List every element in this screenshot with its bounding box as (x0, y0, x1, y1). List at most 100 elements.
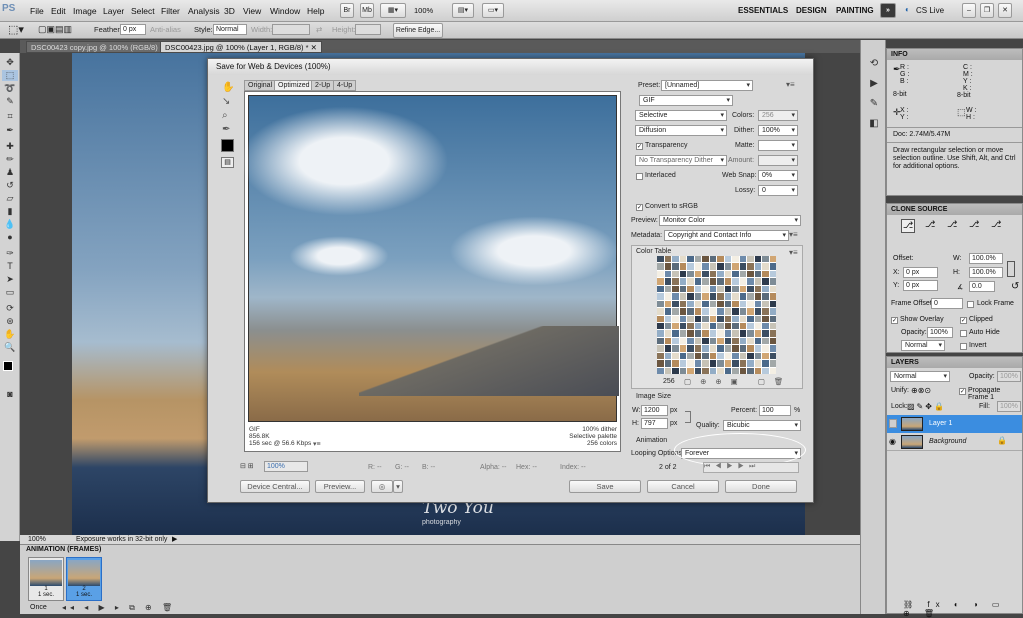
color-swatch[interactable] (732, 270, 739, 278)
visibility-toggle[interactable] (889, 419, 897, 428)
color-swatch[interactable] (739, 337, 746, 345)
color-swatch[interactable] (709, 345, 716, 352)
close-icon[interactable]: ✕ (998, 3, 1012, 18)
color-swatch[interactable] (747, 367, 754, 374)
color-swatch[interactable] (769, 337, 776, 345)
unify-icons[interactable]: ⊕⊗⊙ (911, 386, 931, 395)
color-swatch[interactable] (657, 337, 664, 345)
color-swatch[interactable] (672, 322, 679, 330)
color-swatch[interactable] (769, 278, 776, 285)
color-swatch[interactable] (709, 285, 716, 293)
menu-image[interactable]: Image (73, 6, 97, 16)
color-swatch[interactable] (664, 300, 671, 308)
color-swatch[interactable] (739, 270, 746, 278)
lasso-tool-icon[interactable]: ➰ (2, 83, 18, 94)
quality-dropdown[interactable]: Bicubic (723, 420, 801, 431)
hand-tool-icon[interactable]: ✋ (2, 329, 18, 340)
color-swatch[interactable] (732, 345, 739, 352)
menu-layer[interactable]: Layer (103, 6, 124, 16)
color-swatch[interactable] (664, 322, 671, 330)
menu-view[interactable]: View (243, 6, 261, 16)
transparency-dither-dropdown[interactable]: No Transparency Dither (635, 155, 727, 166)
dither-algorithm-dropdown[interactable]: Diffusion (635, 125, 727, 136)
color-swatch[interactable] (672, 315, 679, 322)
color-swatch[interactable] (747, 345, 754, 352)
color-swatch[interactable] (754, 322, 761, 330)
color-swatch[interactable] (754, 285, 761, 293)
color-swatch[interactable] (687, 270, 694, 278)
color-swatch[interactable] (762, 337, 769, 345)
minibridge-icon[interactable]: Mb (360, 3, 374, 18)
color-swatch[interactable] (769, 367, 776, 374)
dither-amount-input[interactable]: 100% (758, 125, 798, 136)
color-swatch[interactable] (672, 337, 679, 345)
color-swatch[interactable] (694, 367, 701, 374)
color-swatch[interactable] (664, 308, 671, 315)
swap-icon[interactable]: ⇄ (316, 25, 322, 34)
width-input[interactable] (272, 24, 310, 35)
color-swatch[interactable] (694, 308, 701, 315)
color-swatch[interactable] (754, 256, 761, 263)
color-swatch[interactable] (657, 345, 664, 352)
menu-analysis[interactable]: Analysis (188, 6, 220, 16)
minimize-icon[interactable]: – (962, 3, 976, 18)
color-swatch[interactable] (664, 337, 671, 345)
color-swatch[interactable] (747, 337, 754, 345)
cs-live-icon[interactable]: ◐ (905, 5, 910, 14)
matte-dropdown[interactable] (758, 140, 798, 151)
quick-mask-icon[interactable]: ◙ (2, 389, 18, 400)
color-swatch[interactable] (739, 300, 746, 308)
color-swatch[interactable] (709, 315, 716, 322)
brush-tool-icon[interactable]: ✏ (2, 154, 18, 165)
color-swatch[interactable] (687, 285, 694, 293)
color-swatch[interactable] (657, 256, 664, 263)
color-swatch[interactable] (709, 322, 716, 330)
preset-dropdown[interactable]: [Unnamed] (661, 80, 753, 91)
color-swatch[interactable] (687, 337, 694, 345)
color-swatch[interactable] (732, 352, 739, 360)
clone-source-3-icon[interactable]: ⎇ (947, 219, 957, 230)
color-swatch[interactable] (687, 308, 694, 315)
tab-original[interactable]: Original (244, 80, 277, 91)
color-swatch[interactable] (687, 293, 694, 300)
transparency-checkbox[interactable]: ✓ (636, 143, 643, 150)
color-swatch[interactable] (657, 263, 664, 270)
clone-source-2-icon[interactable]: ⎇ (925, 219, 935, 230)
color-swatch[interactable] (732, 293, 739, 300)
color-swatch[interactable] (724, 278, 731, 285)
color-swatch[interactable] (672, 263, 679, 270)
healing-brush-tool-icon[interactable]: ✚ (2, 141, 18, 152)
color-swatch[interactable] (739, 256, 746, 263)
color-swatch[interactable] (687, 345, 694, 352)
menu-help[interactable]: Help (307, 6, 324, 16)
color-swatch[interactable] (717, 330, 724, 337)
color-swatch[interactable] (769, 345, 776, 352)
color-swatch[interactable] (762, 360, 769, 367)
type-tool-icon[interactable]: T (2, 261, 18, 272)
color-swatch[interactable] (769, 352, 776, 360)
color-swatch[interactable] (724, 330, 731, 337)
color-swatch[interactable] (754, 337, 761, 345)
color-swatch[interactable] (694, 337, 701, 345)
color-swatch[interactable] (672, 256, 679, 263)
layer-row-background[interactable]: ◉ Background 🔒 (887, 433, 1022, 451)
color-swatch[interactable] (702, 360, 709, 367)
color-swatch[interactable] (709, 352, 716, 360)
menu-window[interactable]: Window (270, 6, 300, 16)
color-swatch[interactable] (664, 367, 671, 374)
color-swatch[interactable] (702, 278, 709, 285)
color-swatch[interactable] (769, 263, 776, 270)
bridge-icon[interactable]: Br (340, 3, 354, 18)
optimized-preview[interactable]: GIF 856.8K 156 sec @ 56.6 Kbps ▾≡ 100% d… (239, 91, 621, 452)
color-swatch[interactable] (694, 285, 701, 293)
eraser-tool-icon[interactable]: ▱ (2, 193, 18, 204)
color-swatch[interactable] (679, 293, 686, 300)
color-swatch[interactable] (724, 352, 731, 360)
cancel-button[interactable]: Cancel (647, 480, 719, 493)
device-central-button[interactable]: Device Central... (240, 480, 310, 493)
playback-controls-icons[interactable]: ◂◂ ◂ ▶ ▸ ⧉ ⊕ 🗑 (62, 603, 176, 613)
color-swatch[interactable] (664, 315, 671, 322)
preview-dropdown[interactable]: Monitor Color (659, 215, 801, 226)
toggle-slices-icon[interactable]: ▤ (221, 157, 234, 168)
color-swatch[interactable] (732, 337, 739, 345)
